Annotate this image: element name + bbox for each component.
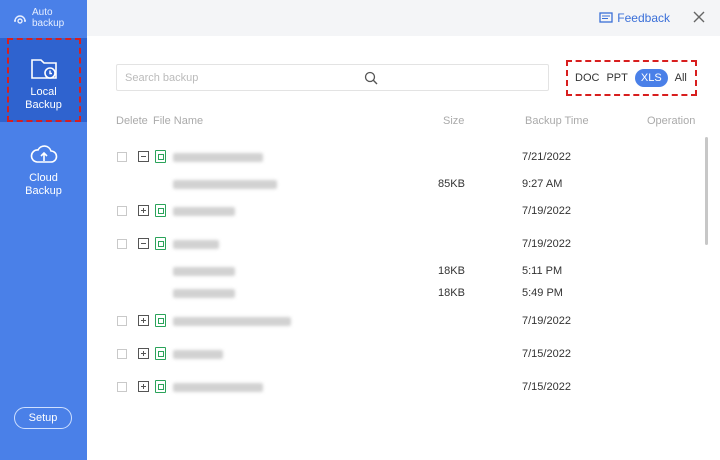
filter-all[interactable]: All bbox=[675, 72, 687, 84]
expand-icon[interactable] bbox=[138, 381, 149, 392]
xls-file-icon bbox=[155, 237, 166, 250]
backup-time: 9:27 AM bbox=[522, 178, 563, 190]
feedback-link[interactable]: Feedback bbox=[599, 11, 670, 25]
file-name-redacted bbox=[173, 267, 235, 276]
row-checkbox[interactable] bbox=[117, 382, 127, 392]
file-type-filter: DOC PPT XLS All bbox=[566, 60, 697, 96]
expand-icon[interactable] bbox=[138, 205, 149, 216]
file-name-redacted bbox=[173, 317, 291, 326]
file-size: 18KB bbox=[438, 265, 465, 277]
filter-ppt[interactable]: PPT bbox=[606, 72, 627, 84]
feedback-label: Feedback bbox=[617, 11, 670, 25]
auto-backup-nav[interactable]: Auto backup bbox=[0, 0, 87, 36]
close-icon[interactable] bbox=[692, 10, 706, 24]
scrollbar[interactable] bbox=[705, 137, 708, 245]
file-name-redacted bbox=[173, 350, 223, 359]
cloud-backup-nav[interactable]: Cloud Backup bbox=[0, 138, 87, 208]
row-checkbox[interactable] bbox=[117, 349, 127, 359]
xls-file-icon bbox=[155, 204, 166, 217]
collapse-icon[interactable] bbox=[138, 151, 149, 162]
file-name-redacted bbox=[173, 383, 263, 392]
file-size: 85KB bbox=[438, 178, 465, 190]
column-delete: Delete bbox=[116, 115, 148, 127]
local-backup-label: Local Backup bbox=[25, 86, 62, 111]
row-checkbox[interactable] bbox=[117, 152, 127, 162]
backup-date: 7/19/2022 bbox=[522, 238, 571, 250]
expand-icon[interactable] bbox=[138, 315, 149, 326]
file-name-redacted bbox=[173, 153, 263, 162]
auto-backup-label: Auto backup bbox=[32, 7, 65, 29]
filter-xls[interactable]: XLS bbox=[634, 69, 668, 87]
backup-time: 5:11 PM bbox=[522, 265, 563, 277]
search-input[interactable] bbox=[125, 70, 355, 86]
row-checkbox[interactable] bbox=[117, 206, 127, 216]
backup-time: 5:49 PM bbox=[522, 287, 563, 299]
column-backup-time: Backup Time bbox=[525, 115, 589, 127]
row-checkbox[interactable] bbox=[117, 239, 127, 249]
auto-backup-icon bbox=[14, 15, 26, 24]
column-operation: Operation bbox=[647, 115, 696, 127]
cloud-backup-label: Cloud Backup bbox=[25, 172, 62, 197]
backup-date: 7/19/2022 bbox=[522, 205, 571, 217]
setup-button[interactable]: Setup bbox=[14, 407, 72, 429]
top-bar: Feedback bbox=[87, 0, 720, 36]
search-icon[interactable] bbox=[364, 71, 378, 85]
xls-file-icon bbox=[155, 347, 166, 360]
row-checkbox[interactable] bbox=[117, 316, 127, 326]
sidebar: Auto backup Local Backup Cloud Backup Setup bbox=[0, 0, 87, 460]
expand-icon[interactable] bbox=[138, 348, 149, 359]
file-name-redacted bbox=[173, 289, 235, 298]
xls-file-icon bbox=[155, 150, 166, 163]
feedback-icon bbox=[599, 12, 613, 23]
file-size: 18KB bbox=[438, 287, 465, 299]
collapse-icon[interactable] bbox=[138, 238, 149, 249]
xls-file-icon bbox=[155, 314, 166, 327]
xls-file-icon bbox=[155, 380, 166, 393]
file-name-redacted bbox=[173, 180, 277, 189]
backup-date: 7/19/2022 bbox=[522, 315, 571, 327]
folder-clock-icon bbox=[30, 59, 57, 79]
backup-date: 7/15/2022 bbox=[522, 348, 571, 360]
filter-doc[interactable]: DOC bbox=[575, 72, 599, 84]
cloud-upload-icon bbox=[30, 145, 57, 163]
local-backup-nav[interactable]: Local Backup bbox=[0, 38, 87, 122]
column-file-name: File Name bbox=[153, 115, 204, 127]
file-name-redacted bbox=[173, 240, 219, 249]
backup-date: 7/21/2022 bbox=[522, 151, 571, 163]
backup-date: 7/15/2022 bbox=[522, 381, 571, 393]
column-size: Size bbox=[443, 115, 465, 127]
file-name-redacted bbox=[173, 207, 235, 216]
search-box bbox=[116, 64, 549, 91]
